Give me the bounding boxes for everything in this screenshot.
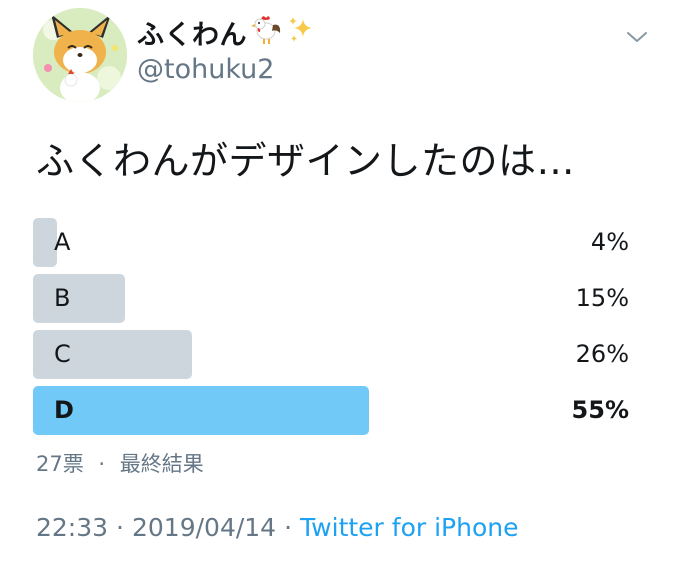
- tweet-footer: 22:33 · 2019/04/14 · Twitter for iPhone: [36, 513, 519, 542]
- tweet-time[interactable]: 22:33: [36, 513, 108, 542]
- poll-option-label: B: [54, 284, 71, 312]
- poll: A 4% B 15% C 26% D 55%: [33, 218, 629, 442]
- poll-option-a: A 4%: [33, 218, 629, 267]
- separator-dot: ·: [284, 513, 293, 542]
- display-name[interactable]: ふくわん: [137, 13, 247, 52]
- user-handle[interactable]: @tohuku2: [137, 54, 274, 85]
- chevron-down-icon: [627, 32, 647, 42]
- poll-vote-count: 27票: [36, 452, 84, 476]
- tweet: ふくわん @tohuku2 ふくわんがデザインしたのは… A 4% B 15% …: [0, 0, 680, 570]
- tweet-text: ふくわんがデザインしたのは…: [36, 139, 576, 183]
- tweet-menu-button[interactable]: [622, 26, 652, 48]
- poll-option-d: D 55%: [33, 386, 629, 435]
- tweet-source-link[interactable]: Twitter for iPhone: [300, 513, 518, 542]
- poll-status: 最終結果: [119, 452, 204, 476]
- avatar[interactable]: [33, 8, 127, 102]
- poll-option-b: B 15%: [33, 274, 629, 323]
- rooster-icon: [249, 13, 283, 51]
- separator-dot: ·: [98, 452, 106, 476]
- poll-meta: 27票 · 最終結果: [36, 448, 204, 478]
- poll-option-percent: 26%: [575, 340, 629, 368]
- poll-option-percent: 4%: [590, 228, 629, 256]
- poll-bar: [33, 274, 125, 323]
- poll-option-label: D: [54, 396, 74, 424]
- poll-bar: [33, 386, 369, 435]
- poll-option-c: C 26%: [33, 330, 629, 379]
- sparkles-icon: [285, 13, 319, 51]
- poll-option-percent: 15%: [575, 284, 629, 312]
- poll-option-percent: 55%: [571, 396, 629, 424]
- fox-avatar-illustration: [33, 8, 127, 102]
- separator-dot: ·: [116, 513, 124, 542]
- poll-option-label: C: [54, 340, 71, 368]
- tweet-date[interactable]: 2019/04/14: [132, 513, 276, 542]
- poll-option-label: A: [54, 228, 71, 256]
- name-row: ふくわん: [137, 10, 319, 54]
